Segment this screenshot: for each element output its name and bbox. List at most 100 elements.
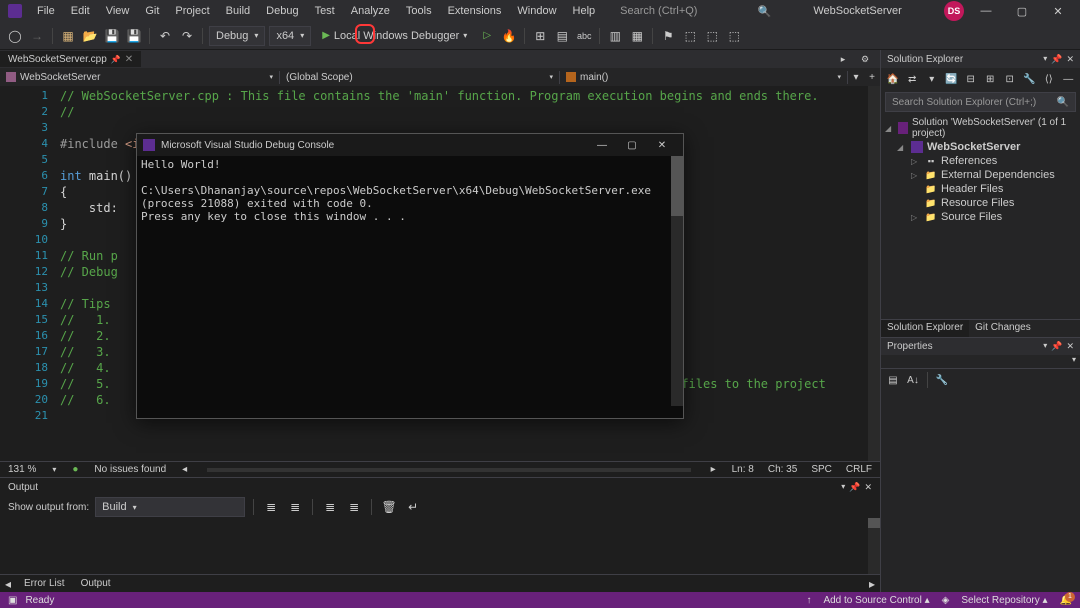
se-btn-10[interactable]: — bbox=[1061, 71, 1077, 87]
menu-project[interactable]: Project bbox=[168, 3, 216, 19]
tab-output[interactable]: Output bbox=[73, 576, 119, 591]
menu-debug[interactable]: Debug bbox=[259, 3, 305, 19]
tree-source-files[interactable]: ▷ 📁 Source Files bbox=[883, 210, 1078, 224]
col-number[interactable]: Ch: 35 bbox=[768, 464, 797, 475]
menu-view[interactable]: View bbox=[99, 3, 137, 19]
minimize-button[interactable]: — bbox=[972, 2, 1000, 20]
output-btn-4[interactable]: ≣ bbox=[345, 498, 363, 516]
output-btn-1[interactable]: ≣ bbox=[262, 498, 280, 516]
output-body[interactable] bbox=[0, 518, 880, 574]
nav-project-dropdown[interactable]: WebSocketServer bbox=[0, 71, 280, 84]
add-icon[interactable]: + bbox=[864, 72, 880, 83]
nav-left-icon[interactable]: ◂ bbox=[182, 464, 187, 475]
tb-btn-9[interactable]: ⬚ bbox=[725, 27, 743, 45]
tab-close-icon[interactable]: ✕ bbox=[125, 54, 133, 65]
start-nodebug-button[interactable]: ▷ bbox=[478, 27, 496, 45]
se-dropdown-icon[interactable]: ▾ bbox=[1043, 54, 1047, 65]
menu-test[interactable]: Test bbox=[308, 3, 342, 19]
hot-reload-icon[interactable]: 🔥 bbox=[500, 27, 518, 45]
line-number[interactable]: Ln: 8 bbox=[732, 464, 754, 475]
tree-external-deps[interactable]: ▷ 📁 External Dependencies bbox=[883, 168, 1078, 182]
config-dropdown[interactable]: Debug bbox=[209, 26, 265, 46]
props-combo-icon[interactable]: ▾ bbox=[1072, 355, 1076, 368]
menu-build[interactable]: Build bbox=[219, 3, 257, 19]
tool-window-icon[interactable]: ◂ bbox=[0, 577, 16, 591]
maximize-button[interactable]: ▢ bbox=[1008, 2, 1036, 20]
tb-btn-1[interactable]: ⊞ bbox=[531, 27, 549, 45]
save-all-icon[interactable]: 💾 bbox=[125, 27, 143, 45]
nav-function-dropdown[interactable]: main() bbox=[560, 71, 848, 84]
output-btn-2[interactable]: ≣ bbox=[286, 498, 304, 516]
se-search-input[interactable]: Search Solution Explorer (Ctrl+;) 🔍 bbox=[885, 92, 1076, 112]
menu-help[interactable]: Help bbox=[566, 3, 603, 19]
se-btn-3[interactable]: ▾ bbox=[924, 71, 940, 87]
add-source-control[interactable]: Add to Source Control ▴ bbox=[823, 595, 929, 606]
doc-health-icon[interactable]: ⚙ bbox=[856, 50, 874, 68]
props-dropdown-icon[interactable]: ▾ bbox=[1043, 341, 1047, 352]
console-close-button[interactable]: ✕ bbox=[647, 135, 677, 155]
props-close-icon[interactable]: ✕ bbox=[1066, 341, 1074, 352]
tb-btn-3[interactable]: abc bbox=[575, 27, 593, 45]
se-pin-icon[interactable]: 📌 bbox=[1051, 54, 1062, 65]
tree-solution[interactable]: ◢ Solution 'WebSocketServer' (1 of 1 pro… bbox=[883, 116, 1078, 140]
output-pin-icon[interactable]: 📌 bbox=[849, 482, 860, 493]
se-switch-icon[interactable]: ⇄ bbox=[905, 71, 921, 87]
console-scrollbar[interactable] bbox=[671, 156, 683, 406]
tb-btn-5[interactable]: ▦ bbox=[628, 27, 646, 45]
open-icon[interactable]: 📂 bbox=[81, 27, 99, 45]
se-props-icon[interactable]: 🔧 bbox=[1022, 71, 1038, 87]
menu-window[interactable]: Window bbox=[510, 3, 563, 19]
user-avatar[interactable]: DS bbox=[944, 1, 964, 21]
se-btn-5[interactable]: ⊟ bbox=[963, 71, 979, 87]
props-pin-icon[interactable]: 📌 bbox=[1051, 341, 1062, 352]
undo-icon[interactable]: ↶ bbox=[156, 27, 174, 45]
se-btn-6[interactable]: ⊞ bbox=[983, 71, 999, 87]
menu-edit[interactable]: Edit bbox=[64, 3, 97, 19]
start-debug-button[interactable]: ▶ Local Windows Debugger ▾ bbox=[315, 27, 474, 45]
pin-icon[interactable]: 📌 bbox=[111, 55, 121, 64]
output-close-icon[interactable]: ✕ bbox=[864, 482, 872, 493]
output-wrap-icon[interactable]: ↵ bbox=[404, 498, 422, 516]
console-minimize-button[interactable]: — bbox=[587, 135, 617, 155]
platform-dropdown[interactable]: x64 bbox=[269, 26, 311, 46]
save-icon[interactable]: 💾 bbox=[103, 27, 121, 45]
tree-project[interactable]: ◢ WebSocketServer bbox=[883, 140, 1078, 154]
props-cat-icon[interactable]: ▤ bbox=[885, 372, 901, 388]
nav-right-icon[interactable]: ▸ bbox=[711, 464, 716, 475]
select-repository[interactable]: Select Repository ▴ bbox=[961, 595, 1047, 606]
output-source-dropdown[interactable]: Build bbox=[95, 497, 245, 517]
props-pages-icon[interactable]: 🔧 bbox=[934, 372, 950, 388]
console-maximize-button[interactable]: ▢ bbox=[617, 135, 647, 155]
se-sync-icon[interactable]: 🔄 bbox=[944, 71, 960, 87]
console-output[interactable]: Hello World! C:\Users\Dhananjay\source\r… bbox=[137, 156, 683, 418]
se-home-icon[interactable]: 🏠 bbox=[885, 71, 901, 87]
tb-btn-7[interactable]: ⬚ bbox=[681, 27, 699, 45]
menu-tools[interactable]: Tools bbox=[399, 3, 439, 19]
se-btn-7[interactable]: ⊡ bbox=[1002, 71, 1018, 87]
tb-btn-2[interactable]: ▤ bbox=[553, 27, 571, 45]
tree-references[interactable]: ▷ ▪▪ References bbox=[883, 154, 1078, 168]
tree-header-files[interactable]: 📁 Header Files bbox=[883, 182, 1078, 196]
search-box[interactable]: Search (Ctrl+Q) 🔍 bbox=[620, 5, 771, 18]
menu-git[interactable]: Git bbox=[138, 3, 166, 19]
menu-analyze[interactable]: Analyze bbox=[344, 3, 397, 19]
props-az-icon[interactable]: A↓ bbox=[905, 372, 921, 388]
redo-icon[interactable]: ↷ bbox=[178, 27, 196, 45]
nav-fwd-icon[interactable]: → bbox=[28, 27, 46, 45]
tb-btn-8[interactable]: ⬚ bbox=[703, 27, 721, 45]
tab-error-list[interactable]: Error List bbox=[16, 576, 73, 591]
document-tab[interactable]: WebSocketServer.cpp 📌 ✕ bbox=[0, 51, 141, 67]
nav-back-icon[interactable]: ◯ bbox=[6, 27, 24, 45]
tree-resource-files[interactable]: 📁 Resource Files bbox=[883, 196, 1078, 210]
nav-scope-dropdown[interactable]: (Global Scope) bbox=[280, 71, 560, 84]
minimap-scroll[interactable] bbox=[207, 468, 690, 472]
notifications-icon[interactable]: 🔔1 bbox=[1060, 595, 1072, 606]
menu-file[interactable]: File bbox=[30, 3, 62, 19]
zoom-level[interactable]: 131 % bbox=[8, 464, 36, 475]
se-btn-9[interactable]: ⟨⟩ bbox=[1041, 71, 1057, 87]
preview-icon[interactable]: ▸ bbox=[834, 50, 852, 68]
output-clear-icon[interactable]: 🗑 bbox=[380, 498, 398, 516]
close-button[interactable]: ✕ bbox=[1044, 2, 1072, 20]
se-close-icon[interactable]: ✕ bbox=[1066, 54, 1074, 65]
output-dropdown-icon[interactable]: ▾ bbox=[841, 482, 845, 493]
